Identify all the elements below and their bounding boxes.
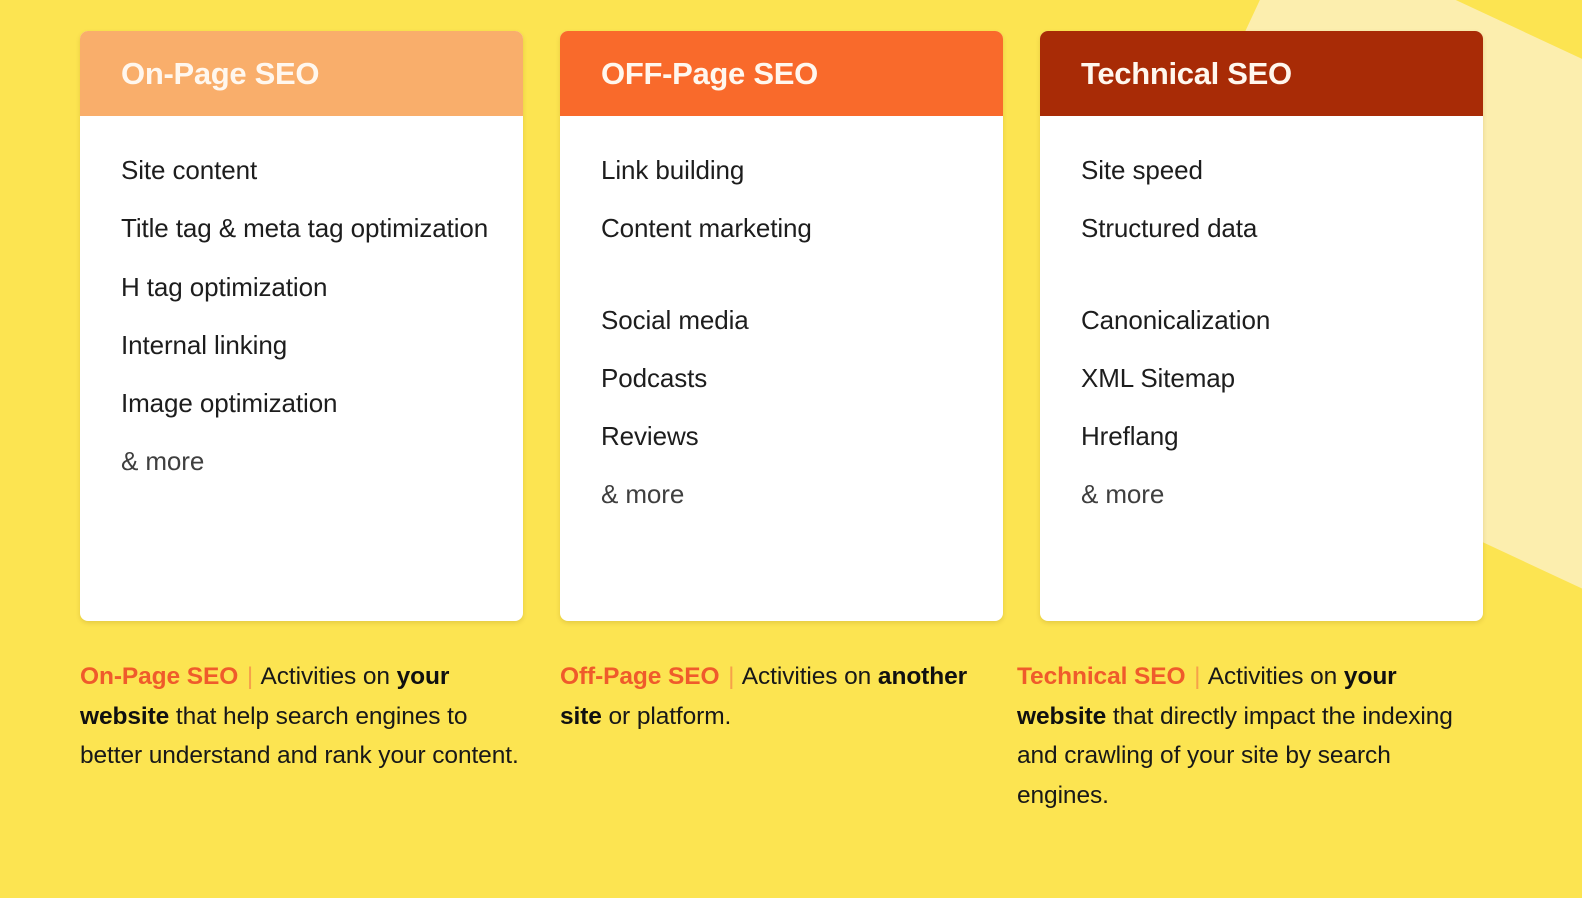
card-header-on-page: On-Page SEO bbox=[80, 31, 523, 116]
list-item: Title tag & meta tag optimization bbox=[121, 213, 489, 244]
caption-text: or platform. bbox=[601, 702, 732, 730]
list-item: Structured data bbox=[1081, 213, 1258, 244]
card-header-technical: Technical SEO bbox=[1040, 31, 1483, 116]
caption-divider: | bbox=[240, 663, 254, 690]
caption-divider: | bbox=[1187, 663, 1201, 690]
card-header-off-page: OFF-Page SEO bbox=[560, 31, 1003, 116]
list-item: XML Sitemap bbox=[1081, 362, 1235, 393]
list-item: Canonicalization bbox=[1081, 304, 1271, 335]
list-item: Site speed bbox=[1081, 155, 1203, 185]
list-item-more: & more bbox=[121, 446, 205, 477]
caption-on-page: On-Page SEO | Activities on your website… bbox=[80, 657, 523, 816]
list-item: Podcasts bbox=[601, 362, 708, 393]
card-title-on-page: On-Page SEO bbox=[121, 55, 320, 91]
caption-off-page: Off-Page SEO | Activities on another sit… bbox=[560, 657, 980, 816]
caption-technical: Technical SEO | Activities on your websi… bbox=[1017, 657, 1460, 816]
list-item: Social media bbox=[601, 304, 749, 335]
caption-text: Activities on bbox=[736, 663, 878, 690]
caption-text: Activities on bbox=[1202, 663, 1344, 690]
list-item: Reviews bbox=[601, 421, 699, 452]
list-item-more: & more bbox=[601, 479, 685, 510]
seo-cards-row: On-Page SEO Site content Title tag & met… bbox=[80, 31, 1484, 621]
caption-lead-label: Technical SEO bbox=[1017, 663, 1186, 690]
list-item: Link building bbox=[601, 155, 745, 185]
captions-row: On-Page SEO | Activities on your website… bbox=[80, 657, 1484, 816]
list-item-more: & more bbox=[1081, 479, 1165, 510]
card-body-off-page: Link building Content marketing Social m… bbox=[560, 116, 1003, 621]
seo-card-technical: Technical SEO Site speed Structured data… bbox=[1040, 31, 1483, 621]
seo-card-off-page: OFF-Page SEO Link building Content marke… bbox=[560, 31, 1003, 621]
list-item: Internal linking bbox=[121, 329, 288, 360]
list-item: Image optimization bbox=[121, 388, 338, 419]
seo-card-on-page: On-Page SEO Site content Title tag & met… bbox=[80, 31, 523, 621]
caption-divider: | bbox=[721, 663, 735, 690]
card-title-off-page: OFF-Page SEO bbox=[601, 55, 818, 91]
card-title-technical: Technical SEO bbox=[1081, 55, 1292, 91]
caption-lead-label: On-Page SEO bbox=[80, 663, 239, 690]
card-body-technical: Site speed Structured data Canonicalizat… bbox=[1040, 116, 1483, 621]
infographic-canvas: On-Page SEO Site content Title tag & met… bbox=[0, 0, 1582, 898]
list-item: Site content bbox=[121, 155, 258, 185]
list-item: H tag optimization bbox=[121, 271, 328, 302]
caption-text: Activities on bbox=[255, 663, 397, 690]
card-body-on-page: Site content Title tag & meta tag optimi… bbox=[80, 116, 523, 621]
list-item: Hreflang bbox=[1081, 421, 1179, 452]
caption-lead-label: Off-Page SEO bbox=[560, 663, 720, 690]
list-item: Content marketing bbox=[601, 213, 812, 244]
